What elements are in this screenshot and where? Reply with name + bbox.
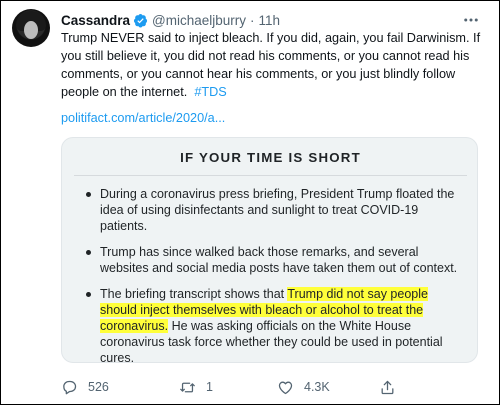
card-title: IF YOUR TIME IS SHORT [180, 150, 361, 165]
tweet-container[interactable]: Cassandra @michaeljburry · 11h Trump NEV… [0, 0, 500, 405]
heart-icon [278, 381, 293, 394]
like-count: 4.3K [304, 380, 330, 394]
retweet-icon [180, 382, 195, 392]
bullet-list: During a coronavirus press briefing, Pre… [84, 186, 467, 376]
more-dots-glyph [464, 18, 478, 22]
bullet-item: During a coronavirus press briefing, Pre… [84, 186, 467, 234]
tweet-header: Cassandra @michaeljburry · 11h [61, 11, 280, 29]
reply-icon [63, 380, 77, 394]
quoted-article-card[interactable]: IF YOUR TIME IS SHORT During a coronavir… [61, 137, 478, 365]
tweet-body: Trump NEVER said to inject bleach. If yo… [61, 31, 481, 99]
reply-button[interactable]: 526 [61, 379, 109, 396]
hashtag-link[interactable]: #TDS [194, 85, 226, 99]
share-button[interactable] [379, 379, 396, 396]
more-dots-icon[interactable] [458, 11, 484, 29]
author-name[interactable]: Cassandra [61, 13, 130, 28]
card-divider [74, 175, 467, 176]
action-bar: 526 1 4.3K [61, 377, 486, 397]
avatar-face [24, 21, 38, 39]
tweet-text: Trump NEVER said to inject bleach. If yo… [61, 29, 486, 101]
reply-count: 526 [88, 380, 109, 394]
verified-badge-icon [133, 13, 148, 27]
tweet-timestamp[interactable]: 11h [259, 13, 281, 28]
bullet-item-highlighted: The briefing transcript shows that Trump… [84, 286, 467, 366]
separator-dot: · [250, 12, 255, 28]
retweet-button[interactable]: 1 [179, 379, 213, 396]
avatar[interactable] [12, 9, 50, 47]
bullet-item: Trump has since walked back those remark… [84, 244, 467, 276]
article-link[interactable]: politifact.com/article/2020/a... [61, 111, 225, 125]
like-button[interactable]: 4.3K [277, 379, 330, 396]
share-icon [381, 380, 394, 394]
retweet-count: 1 [206, 380, 213, 394]
author-handle[interactable]: @michaeljburry [152, 13, 246, 28]
bullet-text-before: The briefing transcript shows that [100, 287, 288, 301]
